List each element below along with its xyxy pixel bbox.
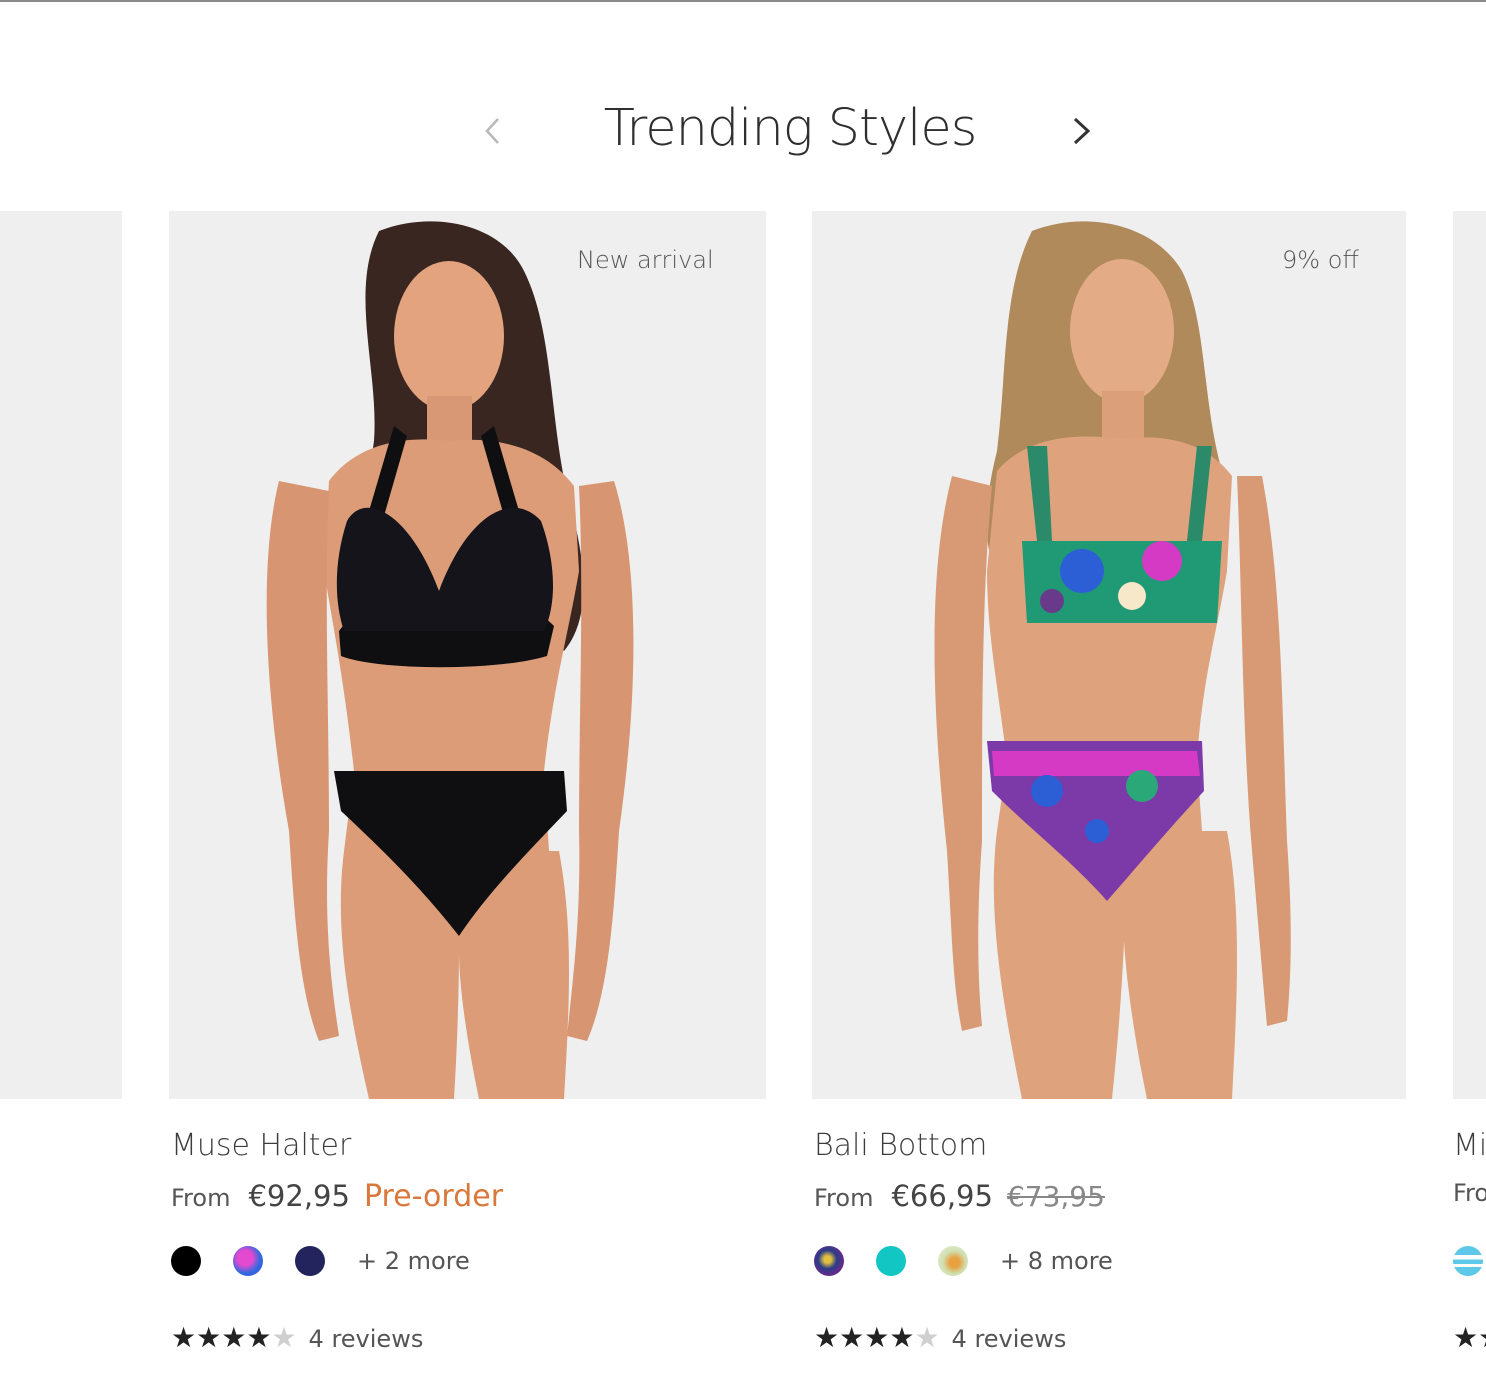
- star-icon: ★: [889, 1321, 915, 1354]
- star-icon: ★: [1453, 1321, 1479, 1354]
- star-icon: ★: [814, 1321, 840, 1354]
- star-rating: ★★★★★ 4 reviews: [171, 1321, 423, 1354]
- more-colors-link[interactable]: + 8 more: [1000, 1247, 1113, 1275]
- review-count[interactable]: 4 reviews: [309, 1325, 424, 1353]
- star-icon: ★: [221, 1321, 247, 1354]
- price-row: From €92,95 Pre-order: [171, 1179, 503, 1214]
- price-from-label: Fro: [1453, 1179, 1486, 1207]
- product-name[interactable]: Mi: [1453, 1128, 1486, 1163]
- model-photo: [934, 221, 1291, 1099]
- price-from-label: From: [814, 1184, 874, 1212]
- star-empty-icon: ★: [914, 1321, 940, 1354]
- chevron-right-icon[interactable]: [1066, 111, 1096, 151]
- star-icon: ★: [196, 1321, 222, 1354]
- color-swatches: [1453, 1246, 1486, 1276]
- color-swatches: + 8 more: [814, 1246, 1113, 1276]
- product-price: €92,95: [248, 1179, 350, 1213]
- product-image[interactable]: [1453, 211, 1486, 1099]
- product-image[interactable]: 9% off: [812, 211, 1406, 1099]
- color-swatch[interactable]: [814, 1246, 844, 1276]
- more-colors-link[interactable]: + 2 more: [357, 1247, 470, 1275]
- star-icon: ★: [246, 1321, 272, 1354]
- color-swatch[interactable]: [876, 1246, 906, 1276]
- review-count[interactable]: 4 reviews: [952, 1325, 1067, 1353]
- product-card-partial-left[interactable]: [0, 211, 122, 1099]
- star-icon: ★: [171, 1321, 197, 1354]
- product-price: €66,95: [891, 1179, 993, 1213]
- product-name[interactable]: Bali Bottom: [814, 1128, 987, 1163]
- section-header: Trending Styles: [0, 95, 1486, 175]
- star-rating: ★★: [1453, 1321, 1486, 1354]
- product-name[interactable]: Muse Halter: [171, 1128, 351, 1163]
- original-price: €73,95: [1006, 1180, 1105, 1213]
- color-swatch[interactable]: [233, 1246, 263, 1276]
- product-card-partial-right[interactable]: Mi Fro ★★: [1453, 211, 1486, 1391]
- product-badge: New arrival: [577, 246, 714, 274]
- price-row: Fro: [1453, 1179, 1486, 1207]
- color-swatch[interactable]: [295, 1246, 325, 1276]
- top-divider: [0, 0, 1486, 2]
- star-icon: ★: [839, 1321, 865, 1354]
- section-title: Trending Styles: [603, 99, 978, 158]
- product-image[interactable]: New arrival: [169, 211, 766, 1099]
- star-icon: ★: [864, 1321, 890, 1354]
- star-empty-icon: ★: [271, 1321, 297, 1354]
- color-swatch[interactable]: [938, 1246, 968, 1276]
- price-from-label: From: [171, 1184, 231, 1212]
- model-photo: [266, 221, 634, 1099]
- color-swatches: + 2 more: [171, 1246, 470, 1276]
- star-icon: ★: [1478, 1321, 1486, 1354]
- color-swatch[interactable]: [1453, 1246, 1483, 1276]
- color-swatch[interactable]: [171, 1246, 201, 1276]
- star-rating: ★★★★★ 4 reviews: [814, 1321, 1066, 1354]
- product-badge: 9% off: [1282, 246, 1359, 274]
- preorder-label: Pre-order: [363, 1179, 504, 1214]
- price-row: From €66,95 €73,95: [814, 1179, 1105, 1213]
